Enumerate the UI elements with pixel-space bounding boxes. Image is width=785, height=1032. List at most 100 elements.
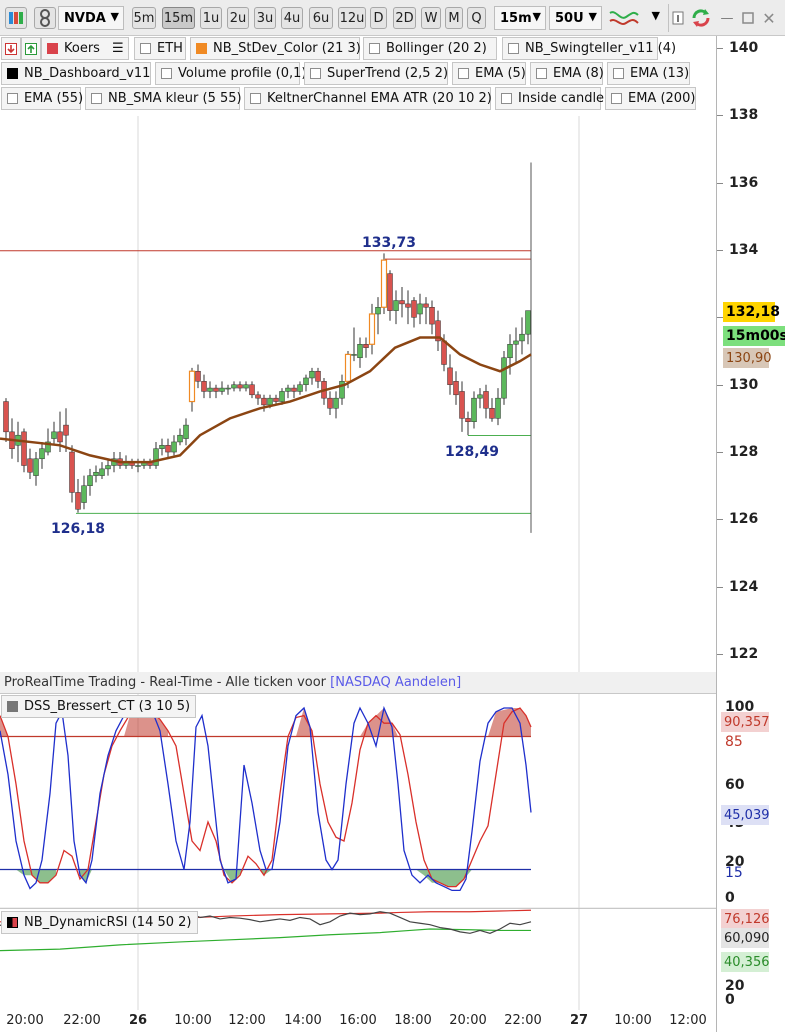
legend-item[interactable]: EMA (5) (452, 62, 526, 85)
legend-checkbox[interactable] (140, 43, 151, 54)
legend-checkbox[interactable] (161, 68, 172, 79)
candle-body (3, 401, 9, 433)
legend-item[interactable]: EMA (200) (605, 87, 696, 110)
time-axis-label: 20:00 (6, 1013, 44, 1028)
price-chart[interactable]: Koers ☰ ETH NB_StDev_Color (21 3) Bollinger … (0, 36, 716, 672)
candle-body (303, 377, 309, 385)
candle-body (291, 387, 297, 392)
dss-axis-label: 85 (725, 734, 743, 750)
chart-style-dropdown[interactable]: ▼ (644, 6, 662, 30)
legend-item[interactable]: Bollinger (20 2) (363, 37, 497, 60)
legend-checkbox[interactable] (91, 93, 102, 104)
refresh-icon[interactable] (688, 7, 714, 29)
dss-panel[interactable]: DSS_Bressert_CT (3 10 5) (0, 693, 716, 908)
list-icon[interactable]: ☰ (112, 41, 124, 56)
legend-item[interactable]: Inside candle (495, 87, 604, 110)
rsi-indicator-tag[interactable]: NB_DynamicRSI (14 50 2) (1, 911, 198, 934)
time-axis-label: 22:00 (63, 1013, 101, 1028)
units-selector[interactable]: 50U ▼ (549, 6, 602, 30)
price-axis[interactable]: 140138136134132130128126124122 132,18 15… (716, 36, 785, 1032)
timeframe-button-W[interactable]: W (421, 7, 441, 29)
legend-checkbox[interactable] (7, 68, 18, 79)
download-arrow-icon[interactable] (1, 37, 21, 60)
candle-body (81, 485, 87, 503)
interval-text: 15m (500, 10, 532, 26)
legend-item[interactable]: EMA (13) (607, 62, 690, 85)
timeframe-button-6u[interactable]: 6u (309, 7, 333, 29)
legend-checkbox[interactable] (613, 68, 624, 79)
timeframe-button-Q[interactable]: Q (467, 7, 486, 29)
candle-body (344, 353, 352, 382)
legend-checkbox[interactable] (369, 43, 380, 54)
minimize-icon[interactable]: — (720, 7, 734, 29)
price-axis-label: 126 (729, 511, 759, 528)
chevron-down-icon: ▼ (110, 10, 119, 23)
price-axis-label: 136 (729, 174, 759, 191)
timeframe-button-4u[interactable]: 4u (281, 7, 303, 29)
upload-arrow-icon[interactable] (21, 37, 41, 60)
timeframe-button-M[interactable]: M (445, 7, 463, 29)
legend-checkbox[interactable] (196, 43, 207, 54)
legend-item[interactable]: NB_StDev_Color (21 3) (190, 37, 361, 60)
time-axis[interactable]: 20:00 22:00 26 10:00 12:00 14:00 16:00 18:00 20:… (0, 1010, 716, 1032)
legend-label: NB_Dashboard_v11 (24, 66, 151, 81)
candle-body (525, 310, 531, 335)
candle-body (57, 431, 63, 443)
timeframe-button-1u[interactable]: 1u (200, 7, 222, 29)
legend-checkbox[interactable] (7, 93, 18, 104)
time-axis-label: 22:00 (504, 1013, 542, 1028)
legend-item[interactable]: KeltnerChannel EMA ATR (20 10 2) (244, 87, 492, 110)
timeframe-button-3u[interactable]: 3u (254, 7, 276, 29)
legend-item[interactable]: NB_Dashboard_v11 (1, 62, 151, 85)
legend-checkbox[interactable] (536, 68, 547, 79)
timeframe-button-5m[interactable]: 5m (132, 7, 156, 29)
timeframe-button-D[interactable]: D (370, 7, 387, 29)
candle-body (237, 384, 243, 389)
rsi-indicator-name: NB_DynamicRSI (14 50 2) (24, 915, 192, 930)
legend-checkbox[interactable] (310, 68, 321, 79)
close-icon[interactable]: ✕ (762, 7, 776, 29)
legend-item[interactable]: Volume profile (0,1) (155, 62, 307, 85)
interval-selector[interactable]: 15m ▼ (494, 6, 546, 30)
dss-indicator-name: DSS_Bressert_CT (3 10 5) (24, 699, 191, 714)
color-palette-icon[interactable] (5, 7, 27, 29)
candle-body (351, 354, 357, 356)
legend-checkbox[interactable] (458, 68, 469, 79)
legend-label: EMA (13) (630, 66, 690, 81)
candle-body (477, 394, 483, 399)
time-axis-label: 10:00 (614, 1013, 652, 1028)
indicator-color-swatch (7, 701, 18, 712)
legend-item[interactable]: EMA (55) (1, 87, 83, 110)
indicator-color-swatch (7, 917, 18, 928)
chart-style-icon[interactable] (606, 5, 642, 31)
maximize-icon[interactable] (741, 7, 755, 29)
timeframe-button-15m[interactable]: 15m (162, 7, 195, 29)
legend-label: Koers (64, 41, 100, 56)
dss-indicator-tag[interactable]: DSS_Bressert_CT (3 10 5) (1, 695, 197, 718)
axis-tick (717, 384, 723, 386)
axis-tick (717, 452, 723, 454)
legend-checkbox[interactable] (611, 93, 622, 104)
legend-checkbox[interactable] (508, 43, 519, 54)
legend-checkbox[interactable] (47, 43, 58, 54)
legend-item[interactable]: NB_SMA kleur (5 55) (85, 87, 242, 110)
candle-body (33, 458, 39, 476)
rsi-panel[interactable]: NB_DynamicRSI (14 50 2) (0, 908, 716, 1011)
legend-item[interactable]: SuperTrend (2,5 2) (304, 62, 448, 85)
timeframe-button-2D[interactable]: 2D (393, 7, 416, 29)
price-axis-label: 138 (729, 107, 759, 124)
exchange-link[interactable]: [NASDAQ Aandelen] (330, 675, 461, 690)
link-chain-icon[interactable] (34, 7, 56, 29)
axis-tick (717, 654, 723, 656)
legend-item[interactable]: EMA (8) (530, 62, 604, 85)
legend-checkbox[interactable] (250, 93, 261, 104)
legend-item[interactable]: ☰ ETH (112, 37, 186, 60)
legend-checkbox[interactable] (501, 93, 512, 104)
symbol-selector[interactable]: NVDA ▼ (58, 6, 124, 30)
mid-low-label: 128,49 (445, 444, 500, 460)
legend-item[interactable]: NB_Swingteller_v11 (4) (502, 37, 676, 60)
info-icon[interactable] (671, 7, 685, 29)
timeframe-button-12u[interactable]: 12u (338, 7, 366, 29)
timeframe-button-2u[interactable]: 2u (227, 7, 249, 29)
candle-body (513, 340, 519, 345)
